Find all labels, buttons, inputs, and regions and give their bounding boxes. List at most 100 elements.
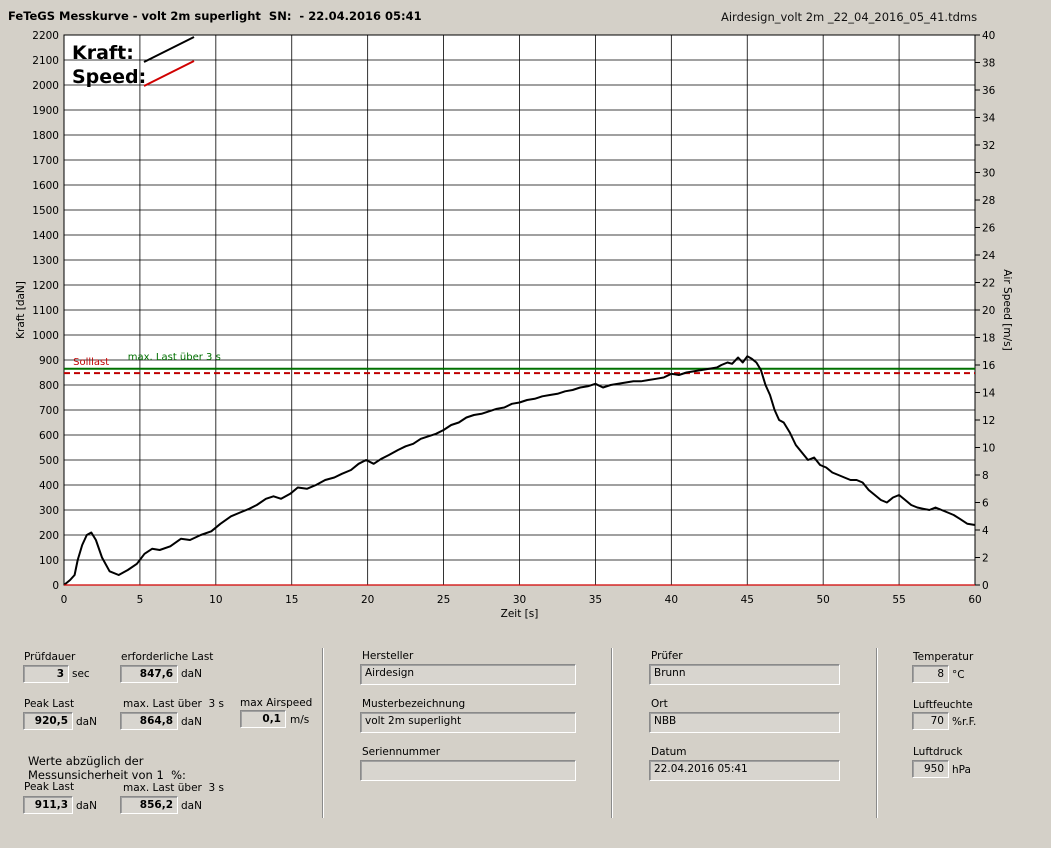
y2-tick-label: 0 — [982, 580, 989, 592]
y-tick-label: 1800 — [32, 130, 59, 142]
y-tick-label: 200 — [39, 530, 59, 542]
pruefdauer-unit: sec — [72, 668, 90, 680]
seriennummer-label: Seriennummer — [362, 746, 441, 758]
panel-separator — [611, 648, 613, 818]
y2-tick-label: 36 — [982, 85, 996, 97]
x-tick-label: 25 — [437, 594, 450, 606]
luftfeuchte-value[interactable]: 70 — [912, 712, 949, 730]
y2-tick-label: 4 — [982, 525, 989, 537]
y-tick-label: 600 — [39, 430, 59, 442]
x-tick-label: 35 — [589, 594, 602, 606]
y2-tick-label: 20 — [982, 305, 995, 317]
pruefer-label: Prüfer — [651, 650, 683, 662]
max-last-value: 864,8 — [120, 712, 178, 730]
y2-tick-label: 24 — [982, 250, 996, 262]
y2-tick-label: 26 — [982, 223, 996, 235]
werte-note-line2: Messunsicherheit von 1 %: — [28, 768, 186, 782]
x-axis-label: Zeit [s] — [501, 608, 539, 620]
y-tick-label: 2100 — [32, 55, 59, 67]
temperatur-unit: °C — [952, 669, 965, 681]
max-last-corrected-value: 856,2 — [120, 796, 178, 814]
max-last-corrected-unit: daN — [181, 800, 202, 812]
y2-tick-label: 16 — [982, 360, 996, 372]
chart-window-title: FeTeGS Messkurve - volt 2m superlight SN… — [8, 9, 422, 23]
pruefer-field[interactable]: Brunn — [649, 664, 840, 685]
datum-label: Datum — [651, 746, 687, 758]
x-tick-label: 30 — [513, 594, 526, 606]
erf-last-value: 847,6 — [120, 665, 178, 683]
pruefdauer-label: Prüfdauer — [24, 651, 76, 663]
peak-last-corrected-unit: daN — [76, 800, 97, 812]
y2-tick-label: 34 — [982, 113, 996, 125]
peak-last-unit: daN — [76, 716, 97, 728]
temperatur-label: Temperatur — [913, 651, 974, 663]
y-tick-label: 1200 — [32, 280, 59, 292]
peak-last-label: Peak Last — [24, 698, 75, 710]
x-tick-label: 60 — [968, 594, 981, 606]
luftdruck-label: Luftdruck — [913, 746, 963, 758]
y-tick-label: 100 — [39, 555, 59, 567]
peak-last-corrected-value: 911,3 — [23, 796, 73, 814]
y2-tick-label: 12 — [982, 415, 995, 427]
y-tick-label: 1100 — [32, 305, 59, 317]
max-last-unit: daN — [181, 716, 202, 728]
y2-tick-label: 28 — [982, 195, 995, 207]
max-airspeed-unit: m/s — [290, 714, 310, 726]
luftdruck-value[interactable]: 950 — [912, 760, 949, 778]
seriennummer-field[interactable] — [360, 760, 576, 781]
y-tick-label: 700 — [39, 405, 59, 417]
solllast-label: Solllast — [73, 357, 109, 368]
legend-label: Kraft: — [72, 42, 134, 64]
y-tick-label: 1300 — [32, 255, 59, 267]
y-tick-label: 1400 — [32, 230, 59, 242]
max-last-corrected-label: max. Last über 3 s — [123, 782, 225, 794]
data-file-name: Airdesign_volt 2m _22_04_2016_05_41.tdms — [721, 10, 978, 24]
y2-tick-label: 6 — [982, 498, 989, 510]
erf-last-label: erforderliche Last — [121, 651, 214, 663]
panel-separator — [322, 648, 324, 818]
pruefdauer-value: 3 — [23, 665, 69, 683]
y-tick-label: 300 — [39, 505, 59, 517]
x-tick-label: 50 — [816, 594, 829, 606]
y-tick-label: 1000 — [32, 330, 59, 342]
luftdruck-unit: hPa — [952, 764, 971, 776]
y2-tick-label: 30 — [982, 168, 995, 180]
y2-tick-label: 14 — [982, 388, 996, 400]
datum-field[interactable]: 22.04.2016 05:41 — [649, 760, 840, 781]
y-tick-label: 1700 — [32, 155, 59, 167]
y-tick-label: 1600 — [32, 180, 59, 192]
y2-tick-label: 2 — [982, 553, 989, 565]
x-tick-label: 40 — [665, 594, 678, 606]
y-tick-label: 900 — [39, 355, 59, 367]
x-tick-label: 5 — [137, 594, 144, 606]
peak-last-corrected-label: Peak Last — [24, 781, 75, 793]
x-tick-label: 15 — [285, 594, 298, 606]
y-tick-label: 1500 — [32, 205, 59, 217]
max-last-label: max. Last über 3 s — [123, 698, 225, 710]
y-tick-label: 2000 — [32, 80, 59, 92]
musterbezeichnung-field[interactable]: volt 2m superlight — [360, 712, 576, 733]
ort-field[interactable]: NBB — [649, 712, 840, 733]
max-airspeed-value: 0,1 — [240, 710, 286, 728]
y2-tick-label: 8 — [982, 470, 989, 482]
y-axis-label: Kraft [daN] — [15, 281, 27, 339]
legend-label: Speed: — [72, 66, 146, 88]
x-tick-label: 55 — [892, 594, 905, 606]
hersteller-field[interactable]: Airdesign — [360, 664, 576, 685]
musterbezeichnung-label: Musterbezeichnung — [362, 698, 466, 710]
x-tick-label: 10 — [209, 594, 222, 606]
erf-last-unit: daN — [181, 668, 202, 680]
y2-tick-label: 10 — [982, 443, 995, 455]
temperatur-value[interactable]: 8 — [912, 665, 949, 683]
max-last-label: max. Last über 3 s — [128, 352, 221, 363]
y2-tick-label: 32 — [982, 140, 995, 152]
panel-separator — [876, 648, 878, 818]
y2-tick-label: 38 — [982, 58, 995, 70]
werte-note-line1: Werte abzüglich der — [28, 754, 144, 768]
luftfeuchte-label: Luftfeuchte — [913, 699, 973, 711]
luftfeuchte-unit: %r.F. — [952, 716, 977, 728]
y2-tick-label: 40 — [982, 30, 995, 42]
y-tick-label: 400 — [39, 480, 59, 492]
x-tick-label: 45 — [741, 594, 754, 606]
ort-label: Ort — [651, 698, 668, 710]
